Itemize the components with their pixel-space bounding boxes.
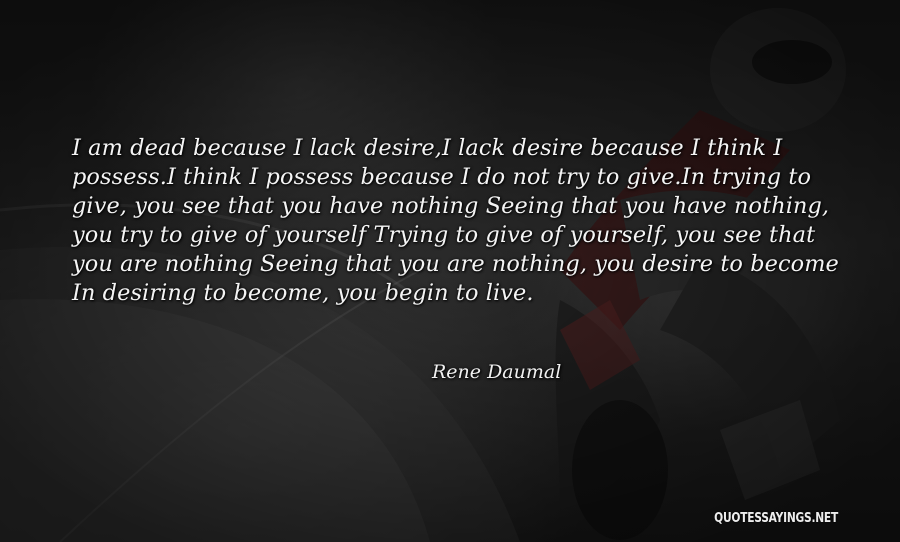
site-watermark: QUOTESSAYINGS.NET bbox=[714, 511, 838, 526]
quote-text: I am dead because I lack desire,I lack d… bbox=[72, 135, 839, 306]
quote-image: I am dead because I lack desire,I lack d… bbox=[0, 0, 900, 542]
quote-author: Rene Daumal bbox=[432, 361, 562, 383]
